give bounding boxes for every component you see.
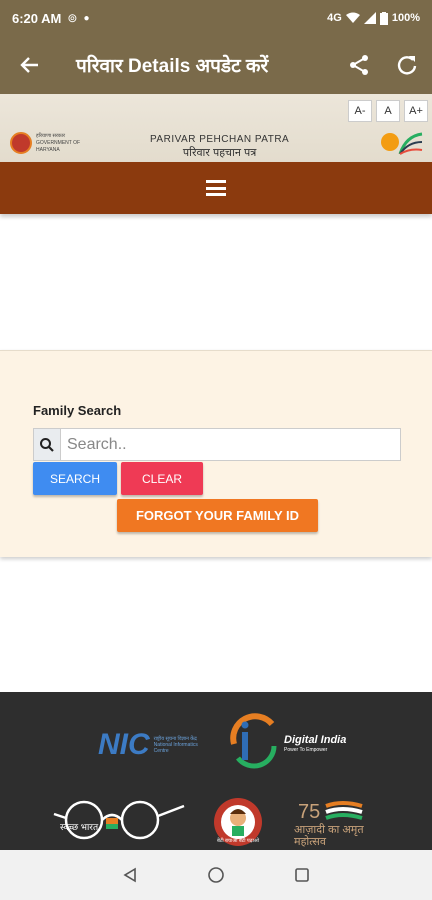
footer: NIC राष्ट्रीय सूचना विज्ञान केंद्र Natio… — [0, 692, 432, 850]
digital-india-subtext: Power To Empower — [284, 747, 328, 753]
nav-home-icon[interactable] — [207, 866, 225, 884]
battery-icon — [379, 11, 388, 25]
system-nav-bar — [0, 850, 432, 900]
signal-icon — [363, 12, 376, 24]
menu-bar — [0, 162, 432, 214]
clear-button[interactable]: CLEAR — [121, 462, 203, 495]
nic-text: राष्ट्रीय सूचना विज्ञान केंद्र National … — [153, 736, 198, 754]
ppp-title: PARIVAR PEHCHAN PATRA परिवार पहचान पत्र — [150, 134, 289, 160]
ppp-title-hi: परिवार पहचान पत्र — [182, 147, 257, 159]
battery-level: 100% — [391, 12, 420, 24]
search-button[interactable]: SEARCH — [33, 462, 117, 495]
digital-india-text: Digital India — [284, 734, 347, 746]
haryana-seal-icon — [10, 132, 32, 154]
family-search-card: Family Search SEARCH CLEAR FORGOT YOUR F… — [0, 350, 432, 557]
wifi-icon — [345, 12, 360, 23]
back-arrow-icon — [20, 57, 38, 73]
refresh-icon[interactable] — [396, 54, 418, 76]
share-icon[interactable] — [348, 54, 370, 76]
digital-india-icon — [230, 713, 277, 769]
font-normal-button[interactable]: A — [376, 100, 400, 122]
forgot-family-id-button[interactable]: FORGOT YOUR FAMILY ID — [117, 499, 318, 532]
search-box — [33, 428, 401, 461]
ppp-logo-icon — [381, 132, 423, 155]
beti-bachao-text: बेटी बचाओ बेटी पढ़ाओ — [216, 838, 259, 844]
search-icon — [34, 429, 61, 460]
back-button[interactable] — [0, 55, 60, 75]
nav-back-icon[interactable] — [122, 867, 138, 883]
nic-logo[interactable]: NIC राष्ट्रीय सूचना विज्ञान केंद्र Natio… — [98, 728, 206, 762]
swachh-bharat-text: स्वच्छ भारत — [60, 822, 99, 832]
ppp-title-en: PARIVAR PEHCHAN PATRA — [150, 134, 290, 145]
status-time: 6:20 AM — [12, 10, 62, 26]
font-increase-button[interactable]: A+ — [404, 100, 428, 122]
nic-wordmark: NIC — [98, 728, 150, 761]
header-banner: A- A A+ हरियाणा सरकार GOVERNMENT OF HARY… — [0, 94, 432, 162]
network-label: 4G — [327, 12, 342, 24]
hamburger-menu-icon[interactable] — [206, 180, 226, 196]
digital-india-logo[interactable]: Digital India Power To Empower — [226, 710, 356, 772]
haryana-gov-logo: हरियाणा सरकार GOVERNMENT OF HARYANA — [10, 132, 82, 154]
app-bar: परिवार Details अपडेट करें — [0, 36, 432, 94]
page-title: परिवार Details अपडेट करें — [76, 56, 269, 77]
family-search-label: Family Search — [33, 403, 122, 418]
font-decrease-button[interactable]: A- — [348, 100, 372, 122]
vpn-icon: ⊚ — [67, 11, 78, 25]
font-size-controls: A- A A+ — [348, 100, 428, 122]
gov-logo-text: हरियाणा सरकार GOVERNMENT OF HARYANA — [36, 132, 81, 153]
status-bar: 6:20 AM ⊚ ● 4G 100% — [0, 0, 432, 36]
svg-text:75: 75 — [298, 801, 320, 823]
nav-recents-icon[interactable] — [294, 867, 310, 883]
dot-icon: ● — [83, 12, 90, 24]
search-input[interactable] — [61, 429, 400, 460]
swachh-bharat-logo[interactable] — [52, 796, 188, 842]
azadi-text: आज़ादी का अमृत महोत्सव — [294, 824, 364, 848]
